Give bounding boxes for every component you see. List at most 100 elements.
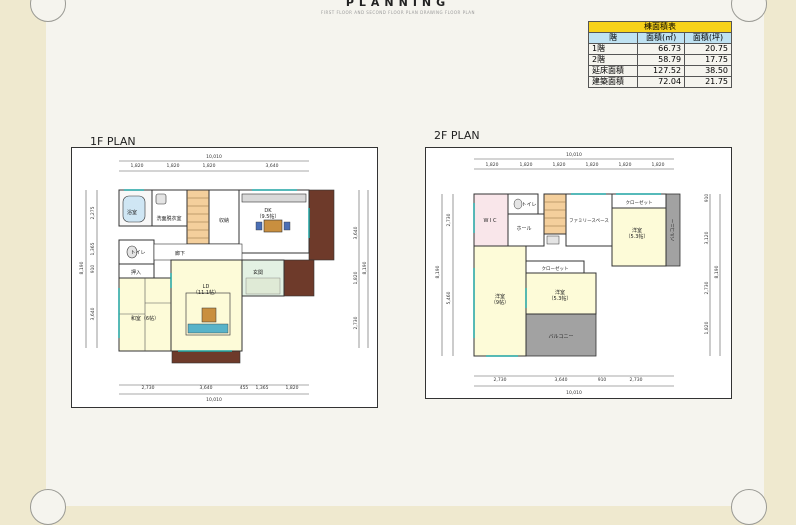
plan1-washroom-label: 洗面脱衣室 xyxy=(156,215,181,222)
area-table-row: 2階 58.79 17.75 xyxy=(587,54,732,66)
plan1-deck-porch xyxy=(283,259,315,297)
plan1-bottom-dim: 2,730 xyxy=(142,385,155,391)
area-table-row: 建築面積 72.04 21.75 xyxy=(587,76,732,88)
plan1-bottom-dim: 455 xyxy=(240,385,249,391)
plan1-right-dim: 3,640 xyxy=(353,226,359,239)
area-row-tsubo: 38.50 xyxy=(684,65,732,77)
plan2-toilet-label: トイレ xyxy=(521,202,536,208)
plan1-left-dim: 1,365 xyxy=(90,242,96,255)
plan1-left-dim: 2,275 xyxy=(90,206,96,219)
area-row-tsubo: 20.75 xyxy=(684,43,732,55)
plan2-washbasin xyxy=(546,235,560,245)
plan1-bottom-dim: 1,365 xyxy=(256,385,269,391)
plan1-bottom-total: 10,010 xyxy=(206,397,222,403)
plan1-sofa-seat xyxy=(187,323,229,334)
plan1-dining-table xyxy=(263,219,283,233)
plan1-top-dim: 1,820 xyxy=(167,163,180,169)
plan1-bath-label: 浴室 xyxy=(127,209,137,216)
plan1-right-dim: 2,730 xyxy=(353,316,359,329)
plan2-top-total: 10,010 xyxy=(566,152,582,158)
plan1-bottom-dim: 3,640 xyxy=(200,385,213,391)
plan1-low-table xyxy=(201,307,217,323)
area-row-tsubo: 17.75 xyxy=(684,54,732,66)
stage: PLANNING FIRST FLOOR AND SECOND FLOOR PL… xyxy=(0,0,796,525)
plan2-closet-top-label: クローゼット xyxy=(626,199,653,206)
plan2-top-dim: 1,820 xyxy=(553,162,566,168)
plan2-bottom-total: 10,010 xyxy=(566,390,582,396)
area-row-m2: 72.04 xyxy=(637,76,686,88)
plan1-toilet-label: トイレ xyxy=(130,250,145,256)
corner-circle-bottom-left xyxy=(30,489,66,525)
plan2-family-space-label: ファミリースペース xyxy=(569,218,609,224)
area-table: 棟面積表 階 面積(㎡) 面積(坪) 1階 66.73 20.75 2階 58.… xyxy=(587,21,732,88)
area-table-row: 1階 66.73 20.75 xyxy=(587,43,732,55)
area-table-header-m2: 面積(㎡) xyxy=(637,32,686,44)
plan1-left-total: 8,190 xyxy=(79,261,85,274)
plan1-deck-bottom xyxy=(171,350,241,364)
plan2-bottom-dim: 2,730 xyxy=(494,377,507,383)
plan1-right-dim: 1,820 xyxy=(353,271,359,284)
plan1-top-dim: 1,820 xyxy=(203,163,216,169)
area-row-label: 1階 xyxy=(587,43,639,55)
area-table-header-floor: 階 xyxy=(587,32,639,44)
area-row-label: 建築面積 xyxy=(587,76,639,88)
plan2-right-total: 8,190 xyxy=(714,265,720,278)
plan1-deck-right xyxy=(308,189,335,261)
plan2-left-total: 8,190 xyxy=(435,265,441,278)
area-row-label: 2階 xyxy=(587,54,639,66)
plan2-drawing: 10,010 1,820 1,820 1,820 1,820 1,820 1,8… xyxy=(435,152,721,396)
plan2-top-dim: 1,820 xyxy=(486,162,499,168)
plan1-hall xyxy=(153,243,243,261)
area-table-caption: 棟面積表 xyxy=(588,21,732,33)
plan2-right-dim: 3,120 xyxy=(704,231,710,244)
plan1-chair-left xyxy=(255,221,263,231)
plan1-ldk xyxy=(170,259,243,352)
plan1-closet-label: 押入 xyxy=(131,269,141,276)
plan1-top-dim: 1,820 xyxy=(131,163,144,169)
plan2-right-dim: 2,730 xyxy=(704,281,710,294)
plan2-bottom-dim: 910 xyxy=(598,377,607,383)
plan2-wic-label: W I C xyxy=(483,218,497,224)
plan2-top-dim: 1,820 xyxy=(652,162,665,168)
area-row-m2: 58.79 xyxy=(637,54,686,66)
plan2-balcony-right-label: バルコニー xyxy=(670,218,676,241)
plan2-left-dim: 2,730 xyxy=(446,213,452,226)
plan1-drawing: 10,010 1,820 1,820 1,820 3,640 2,730 3,6… xyxy=(79,154,369,403)
plan2-right-dim: 1,820 xyxy=(704,321,710,334)
plan2-stairs xyxy=(543,193,567,235)
plan1-chair-right xyxy=(283,221,291,231)
corner-circle-bottom-right xyxy=(731,489,767,525)
plan1-counter xyxy=(241,193,307,203)
plan1-right-total: 8,190 xyxy=(362,261,368,274)
area-row-tsubo: 21.75 xyxy=(684,76,732,88)
plan1-frame: 10,010 1,820 1,820 1,820 3,640 2,730 3,6… xyxy=(71,147,378,408)
plan2-bottom-dim: 2,730 xyxy=(630,377,643,383)
page-subtitle: FIRST FLOOR AND SECOND FLOOR PLAN DRAWIN… xyxy=(320,10,476,15)
plan2-frame: 10,010 1,820 1,820 1,820 1,820 1,820 1,8… xyxy=(425,147,732,399)
plan1-storage xyxy=(208,189,240,245)
plan2-top-dim: 1,820 xyxy=(619,162,632,168)
plan1-left-dim: 910 xyxy=(90,265,96,274)
area-row-m2: 66.73 xyxy=(637,43,686,55)
plan1-genkan-label: 玄関 xyxy=(253,269,263,276)
plan2-bottom-dim: 3,640 xyxy=(555,377,568,383)
plan2-top-dim: 1,820 xyxy=(586,162,599,168)
page-title: PLANNING xyxy=(345,0,451,9)
plan1-porch-grid xyxy=(245,277,281,295)
plan1-top-total: 10,010 xyxy=(206,154,222,160)
plan2-title: 2F PLAN xyxy=(434,129,480,142)
plan1-hall-label: 廊下 xyxy=(175,250,185,257)
plan2-balcony-bottom-label: バルコニー xyxy=(549,334,574,340)
plan2-top-dim: 1,820 xyxy=(520,162,533,168)
area-table-row: 延床面積 127.52 38.50 xyxy=(587,65,732,77)
plan2-hall-label: ホール xyxy=(516,226,531,232)
plan1-top-dim: 3,640 xyxy=(266,163,279,169)
plan1-bathtub xyxy=(122,195,146,223)
plan1-sink xyxy=(155,193,167,205)
plan1-left-dim: 3,640 xyxy=(90,307,96,320)
area-table-header-tsubo: 面積(坪) xyxy=(684,32,732,44)
plan2-right-dim: 910 xyxy=(704,194,710,203)
plan1-washitsu-label: 和室（6帖） xyxy=(131,315,159,322)
plan1-storage-label: 収納 xyxy=(219,217,229,224)
area-row-label: 延床面積 xyxy=(587,65,639,77)
